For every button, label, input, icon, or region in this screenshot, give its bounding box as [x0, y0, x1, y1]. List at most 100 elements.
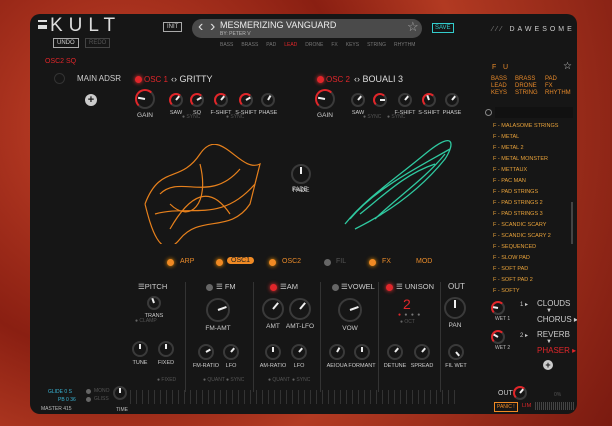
fx-phaser[interactable]: PHASER ▸: [537, 346, 576, 355]
preset-list-item[interactable]: F - SEQUENCED: [493, 242, 558, 253]
fm-header[interactable]: ☰ FM: [216, 282, 236, 291]
preset-list-item[interactable]: F - PAD STRINGS 2: [493, 198, 558, 209]
menu-icon[interactable]: [38, 20, 47, 29]
fx-wet2-knob[interactable]: [491, 330, 505, 344]
vowel-vow-knob[interactable]: [338, 298, 362, 322]
gliss-toggle[interactable]: [86, 397, 91, 402]
category-rhythm[interactable]: RHYTHM: [394, 42, 415, 48]
fm-sync-toggle[interactable]: ● SYNC: [226, 377, 244, 383]
browser-category-string[interactable]: STRING: [515, 90, 545, 96]
add-envelope-button[interactable]: +: [85, 94, 97, 106]
pitch-fixed-knob[interactable]: [158, 341, 174, 357]
fx-slot1[interactable]: 1 ▸: [520, 301, 528, 308]
preset-list-item[interactable]: F - METAL: [493, 132, 558, 143]
fade-knob[interactable]: [291, 164, 311, 184]
category-string[interactable]: STRING: [367, 42, 386, 48]
browser-star-icon[interactable]: ☆: [563, 61, 572, 72]
am-lfo-knob[interactable]: [291, 344, 307, 360]
filter-user[interactable]: U: [503, 64, 508, 71]
osc2-led[interactable]: [317, 76, 324, 83]
out-pan-knob[interactable]: [444, 297, 466, 319]
category-lead[interactable]: LEAD: [284, 42, 297, 48]
browser-category-lead[interactable]: LEAD: [491, 83, 515, 89]
fixed-toggle-toggle[interactable]: ● FIXED: [157, 377, 176, 383]
undo-button[interactable]: UNDO: [53, 38, 79, 48]
osc1-gain-knob[interactable]: [135, 89, 155, 109]
am-sync-toggle[interactable]: ● SYNC: [292, 377, 310, 383]
fm-led[interactable]: [206, 284, 213, 291]
preset-list-item[interactable]: F - METAL MONSTER: [493, 154, 558, 165]
tab-osc1[interactable]: OSC1: [227, 257, 255, 264]
unison-spread-knob[interactable]: [414, 344, 430, 360]
browser-category-fx[interactable]: FX: [545, 83, 575, 89]
fx-slot2[interactable]: 2 ▸: [520, 332, 528, 339]
preset-list-item[interactable]: F - METAL 2: [493, 143, 558, 154]
osc1-fshift-knob[interactable]: [214, 93, 228, 107]
category-drone[interactable]: DRONE: [305, 42, 323, 48]
fx-chorus[interactable]: CHORUS ▸: [537, 315, 577, 324]
osc1-wave-selector[interactable]: ‹› GRITTY: [171, 74, 213, 84]
preset-list-item[interactable]: F - METTAUX: [493, 165, 558, 176]
browser-category-pad[interactable]: PAD: [545, 76, 575, 82]
pitch-header[interactable]: ☰PITCH: [138, 282, 167, 291]
tab-osc2[interactable]: OSC2: [282, 258, 301, 265]
tab-mod[interactable]: MOD: [416, 258, 432, 265]
preset-list-item[interactable]: F - SCANDIC SCARY: [493, 220, 558, 231]
0-toggle[interactable]: ● SYNC: [182, 114, 200, 120]
browser-category-rhythm[interactable]: RHYTHM: [545, 90, 575, 96]
output-volume-knob[interactable]: [513, 386, 527, 400]
unison-header[interactable]: ☰ UNISON: [396, 282, 434, 291]
1-toggle[interactable]: ● SYNC: [387, 114, 405, 120]
am-header[interactable]: ☰AM: [280, 282, 298, 291]
keyboard-strip[interactable]: [130, 390, 455, 404]
category-bass[interactable]: BASS: [220, 42, 233, 48]
am-ratio-knob[interactable]: [265, 344, 281, 360]
osc2-tab-led[interactable]: [269, 259, 276, 266]
category-fx[interactable]: FX: [331, 42, 337, 48]
browser-category-drone[interactable]: DRONE: [515, 83, 545, 89]
osc1-phase-knob[interactable]: [261, 93, 275, 107]
unison-detune-knob[interactable]: [387, 344, 403, 360]
filter-favorites[interactable]: F: [492, 64, 496, 71]
osc1-saw-knob[interactable]: [169, 93, 183, 107]
fx-clouds[interactable]: CLOUDS: [537, 299, 570, 308]
osc2-gain-knob[interactable]: [315, 89, 335, 109]
pitch-tune-knob[interactable]: [132, 341, 148, 357]
prev-preset-button[interactable]: ‹: [198, 18, 203, 36]
init-button[interactable]: INIT: [163, 22, 183, 32]
am-amt-lfo-knob[interactable]: [289, 298, 311, 320]
save-button[interactable]: SAVE: [432, 23, 454, 33]
fm-ratio-knob[interactable]: [198, 344, 214, 360]
osc1-led[interactable]: [135, 76, 142, 83]
vowel-formant-knob[interactable]: [354, 344, 370, 360]
vowel-aeioua-knob[interactable]: [329, 344, 345, 360]
preset-name[interactable]: MESMERIZING VANGUARD: [220, 20, 336, 30]
category-keys[interactable]: KEYS: [346, 42, 359, 48]
am-quant-toggle[interactable]: ● QUANT: [268, 377, 290, 383]
browser-category-keys[interactable]: KEYS: [491, 90, 515, 96]
1-toggle[interactable]: ● SYNC: [226, 114, 244, 120]
add-fx-button[interactable]: +: [543, 360, 553, 370]
glide-time-knob[interactable]: [113, 386, 127, 400]
vowel-header[interactable]: ☰VOWEL: [341, 282, 375, 291]
search-icon[interactable]: [485, 109, 492, 116]
tab-fx[interactable]: FX: [382, 258, 391, 265]
unison-voices[interactable]: 2: [403, 296, 411, 312]
osc2-mix-knob[interactable]: [373, 93, 387, 107]
mono-toggle[interactable]: [86, 389, 91, 394]
unison-led[interactable]: [386, 284, 393, 291]
glide-readout[interactable]: GLIDE 0 S: [48, 389, 72, 395]
fm-lfo-knob[interactable]: [223, 344, 239, 360]
tab-fil[interactable]: FIL: [336, 258, 346, 265]
category-pad[interactable]: PAD: [266, 42, 276, 48]
category-brass[interactable]: BRASS: [241, 42, 258, 48]
arp-led[interactable]: [167, 259, 174, 266]
tab-arp[interactable]: ARP: [180, 258, 194, 265]
osc1-tab-led[interactable]: [216, 259, 223, 266]
osc2-fshift-knob[interactable]: [398, 93, 412, 107]
preset-list-item[interactable]: F - SOFT PAD: [493, 264, 558, 275]
fm-amt-knob[interactable]: [206, 298, 230, 322]
vowel-led[interactable]: [332, 284, 339, 291]
redo-button[interactable]: REDO: [85, 38, 111, 48]
fx-tab-led[interactable]: [369, 259, 376, 266]
